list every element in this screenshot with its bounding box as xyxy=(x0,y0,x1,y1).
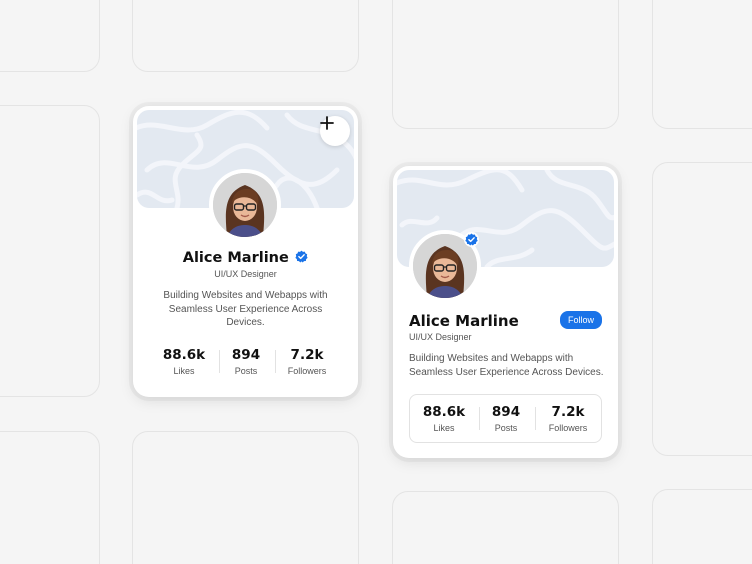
stat-value: 88.6k xyxy=(422,404,466,420)
bio-line: Seamless User Experience Across Devices. xyxy=(409,366,604,378)
placeholder-tile xyxy=(652,162,752,456)
profile-role: UI/UX Designer xyxy=(214,269,277,279)
profile-name: Alice Marline xyxy=(409,312,519,330)
profile-card-centered: Alice Marline UI/UX Designer Building We… xyxy=(133,106,358,397)
stat-label: Likes xyxy=(433,423,455,433)
verified-badge-icon xyxy=(464,232,479,247)
bio-line: Seamless User Experience Across xyxy=(168,303,323,315)
placeholder-tile xyxy=(0,431,100,564)
divider xyxy=(535,407,536,430)
profile-bio: Building Websites and Webapps with Seaml… xyxy=(409,352,609,379)
profile-card-left: Alice Marline Follow UI/UX Designer Buil… xyxy=(393,166,618,458)
stat-posts: 894 Posts xyxy=(222,347,270,376)
stat-label: Posts xyxy=(494,423,518,433)
stat-label: Followers xyxy=(548,423,588,433)
divider xyxy=(275,350,276,373)
follow-button[interactable]: Follow xyxy=(560,311,602,329)
stat-label: Likes xyxy=(173,366,195,376)
stat-value: 894 xyxy=(231,347,261,363)
plus-icon xyxy=(320,116,334,130)
stat-followers: 7.2k Followers xyxy=(281,347,333,376)
stat-followers: 7.2k Followers xyxy=(541,404,595,433)
placeholder-tile xyxy=(392,0,619,129)
verified-badge-icon xyxy=(295,250,308,263)
stat-value: 7.2k xyxy=(290,347,324,363)
placeholder-tile xyxy=(652,0,752,129)
stat-value: 894 xyxy=(491,404,521,420)
placeholder-tile xyxy=(0,0,100,72)
bio-line: Building Websites and Webapps with xyxy=(409,353,574,364)
stat-label: Posts xyxy=(234,366,258,376)
profile-name: Alice Marline xyxy=(182,250,289,266)
stat-value: 88.6k xyxy=(162,347,206,363)
placeholder-tile xyxy=(0,105,100,397)
placeholder-tile xyxy=(652,489,752,564)
avatar xyxy=(209,169,281,241)
stat-value: 7.2k xyxy=(551,404,585,420)
stats-box: 88.6k Likes 894 Posts 7.2k Followers xyxy=(409,394,602,443)
placeholder-tile xyxy=(132,0,359,72)
stat-likes: 88.6k Likes xyxy=(158,347,210,376)
placeholder-tile xyxy=(132,431,359,564)
profile-bio: Building Websites and Webapps with Seaml… xyxy=(133,289,358,330)
divider xyxy=(219,350,220,373)
divider xyxy=(479,407,480,430)
stat-label: Followers xyxy=(287,366,327,376)
profile-role: UI/UX Designer xyxy=(409,332,472,342)
bio-line: Devices. xyxy=(226,317,265,328)
add-button[interactable] xyxy=(320,116,350,146)
bio-line: Building Websites and Webapps with xyxy=(163,290,328,301)
placeholder-tile xyxy=(392,491,619,564)
stat-posts: 894 Posts xyxy=(482,404,530,433)
name-row: Alice Marline xyxy=(133,249,358,267)
stat-likes: 88.6k Likes xyxy=(418,404,470,433)
